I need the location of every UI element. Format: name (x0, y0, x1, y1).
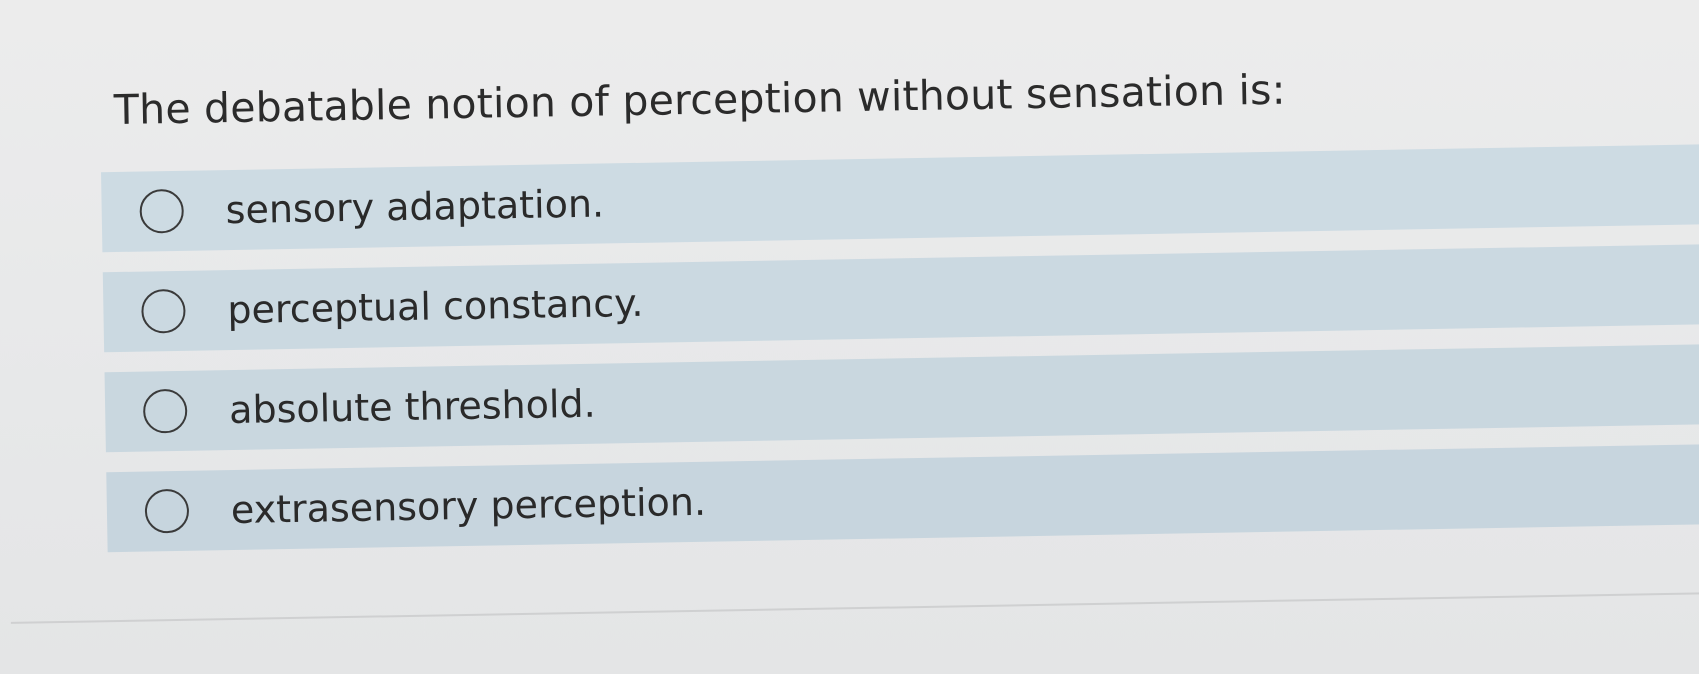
answer-option-extrasensory-perception[interactable]: extrasensory perception. (106, 443, 1699, 553)
answer-option-perceptual-constancy[interactable]: perceptual constancy. (102, 243, 1699, 353)
radio-unchecked-icon[interactable] (139, 188, 185, 234)
answer-options-list: sensory adaptation. perceptual constancy… (101, 143, 1699, 573)
radio-unchecked-icon[interactable] (142, 388, 188, 434)
divider (10, 591, 1699, 624)
answer-option-label: absolute threshold. (228, 381, 597, 433)
answer-option-absolute-threshold[interactable]: absolute threshold. (104, 343, 1699, 453)
radio-unchecked-icon[interactable] (144, 488, 190, 534)
answer-option-label: perceptual constancy. (227, 280, 644, 333)
question-text: The debatable notion of perception witho… (113, 65, 1287, 135)
answer-option-sensory-adaptation[interactable]: sensory adaptation. (101, 143, 1699, 253)
answer-option-label: sensory adaptation. (225, 181, 605, 233)
quiz-question-panel: The debatable notion of perception witho… (0, 0, 1699, 674)
radio-unchecked-icon[interactable] (141, 288, 186, 334)
answer-option-label: extrasensory perception. (230, 479, 707, 533)
